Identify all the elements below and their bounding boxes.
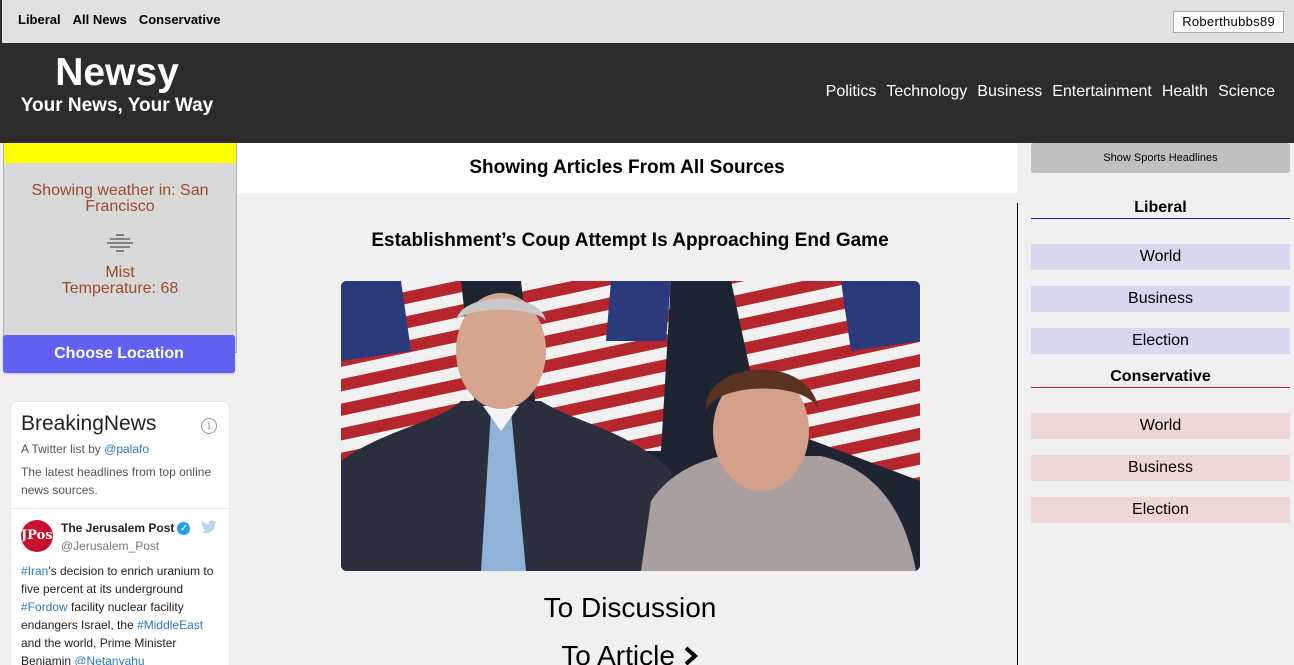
weather-location: Showing weather in: San Francisco — [31, 182, 209, 215]
article-title[interactable]: Establishment’s Coup Attempt Is Approach… — [237, 230, 1023, 252]
showing-articles-label: Showing Articles From All Sources — [469, 157, 785, 178]
mist-icon — [107, 234, 133, 252]
tweet-hashtag-link[interactable]: #MiddleEast — [137, 618, 203, 632]
nav-science[interactable]: Science — [1218, 83, 1275, 101]
nav-business[interactable]: Business — [977, 83, 1042, 101]
tweet-hashtag-link[interactable]: #Iran — [21, 564, 48, 578]
show-sports-headlines-button[interactable]: Show Sports Headlines — [1031, 143, 1290, 173]
filter-all-news[interactable]: All News — [73, 12, 127, 27]
twitter-list-description: The latest headlines from top online new… — [21, 465, 212, 497]
info-icon[interactable]: i — [201, 418, 217, 434]
tweet-handle[interactable]: @Jerusalem_Post — [61, 539, 159, 553]
tweet-hashtag-link[interactable]: @Netanyahu — [74, 654, 144, 665]
site-header: Newsy Your News, Your Way Politics Techn… — [0, 43, 1294, 143]
tweet-text-segment: 's decision to enrich uranium to five pe… — [21, 564, 214, 596]
chevron-right-icon — [684, 646, 698, 665]
liberal-section-heading: Liberal — [1031, 199, 1290, 219]
category-nav: Politics Technology Business Entertainme… — [826, 83, 1275, 101]
tweet-text: #Iran's decision to enrich uranium to fi… — [21, 562, 226, 665]
nav-entertainment[interactable]: Entertainment — [1052, 83, 1152, 101]
conservative-section-heading: Conservative — [1031, 368, 1290, 388]
source-status-bar: Showing Articles From All Sources — [237, 143, 1017, 193]
to-article-link[interactable]: To Article — [237, 640, 1023, 665]
site-logo: Newsy — [55, 51, 179, 94]
twitter-list-byline: A Twitter list by @palafo — [21, 442, 149, 456]
nav-health[interactable]: Health — [1162, 83, 1208, 101]
site-tagline: Your News, Your Way — [20, 95, 214, 116]
byline-handle-link[interactable]: @palafo — [104, 442, 149, 456]
article-photo-illustration — [341, 281, 920, 571]
divider — [11, 508, 229, 509]
weather-condition: Mist — [105, 264, 135, 281]
brand[interactable]: Newsy Your News, Your Way — [12, 51, 222, 117]
liberal-election-button[interactable]: Election — [1031, 328, 1290, 354]
conservative-business-button[interactable]: Business — [1031, 455, 1290, 481]
twitter-bird-icon[interactable] — [201, 520, 217, 534]
top-bar: Liberal All News Conservative Roberthubb… — [0, 0, 1294, 43]
tweet-account-name[interactable]: The Jerusalem Post ✓ — [61, 521, 191, 536]
weather-widget: Showing weather in: San Francisco Mist T… — [3, 143, 237, 353]
twitter-list-widget: BreakingNews i A Twitter list by @palafo… — [10, 401, 230, 665]
article-image[interactable] — [341, 281, 920, 571]
nav-politics[interactable]: Politics — [826, 83, 877, 101]
conservative-election-button[interactable]: Election — [1031, 497, 1290, 523]
weather-temperature: Temperature: 68 — [61, 280, 179, 297]
filter-liberal[interactable]: Liberal — [18, 12, 61, 27]
verified-badge-icon: ✓ — [177, 522, 191, 536]
column-divider — [1017, 203, 1018, 665]
to-article-label: To Article — [561, 640, 675, 665]
byline-prefix: A Twitter list by — [21, 442, 105, 456]
to-discussion-link[interactable]: To Discussion — [237, 592, 1023, 624]
username-button[interactable]: Roberthubbs89 — [1173, 11, 1284, 33]
nav-technology[interactable]: Technology — [886, 83, 967, 101]
avatar[interactable]: JPost — [21, 520, 59, 552]
filter-conservative[interactable]: Conservative — [139, 12, 221, 27]
liberal-world-button[interactable]: World — [1031, 244, 1290, 270]
source-filters: Liberal All News Conservative — [18, 12, 220, 27]
account-name-text: The Jerusalem Post — [61, 521, 175, 535]
twitter-list-title[interactable]: BreakingNews — [21, 412, 156, 436]
liberal-business-button[interactable]: Business — [1031, 286, 1290, 312]
weather-highlight-bar — [4, 143, 236, 163]
conservative-world-button[interactable]: World — [1031, 413, 1290, 439]
tweet-hashtag-link[interactable]: #Fordow — [21, 600, 68, 614]
choose-location-button[interactable]: Choose Location — [3, 335, 235, 373]
